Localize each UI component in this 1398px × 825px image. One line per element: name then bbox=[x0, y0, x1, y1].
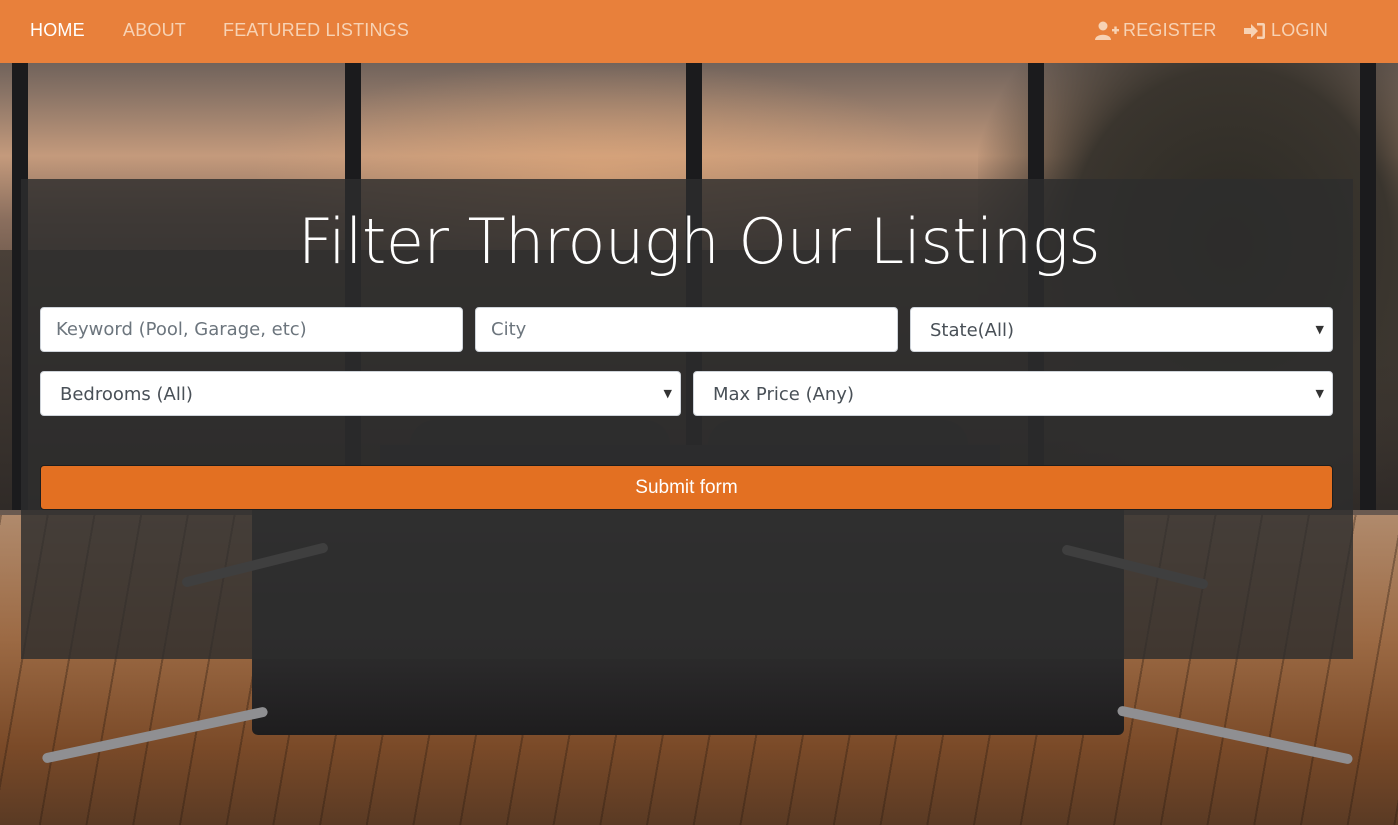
search-title: Filter Through Our Listings bbox=[297, 205, 1101, 278]
sign-in-icon bbox=[1243, 21, 1267, 41]
bedrooms-select-value: Bedrooms (All) bbox=[60, 384, 193, 405]
user-plus-icon bbox=[1095, 21, 1119, 41]
chevron-down-icon: ▼ bbox=[663, 387, 672, 400]
submit-form-button[interactable]: Submit form bbox=[40, 465, 1333, 510]
nav-about-link[interactable]: ABOUT bbox=[123, 20, 186, 41]
state-select[interactable]: State(All) ▼ bbox=[910, 307, 1333, 352]
chevron-down-icon: ▼ bbox=[1315, 323, 1324, 336]
nav-home-link[interactable]: HOME bbox=[30, 20, 85, 41]
login-label: LOGIN bbox=[1271, 20, 1329, 40]
chevron-down-icon: ▼ bbox=[1315, 387, 1324, 400]
state-select-value: State(All) bbox=[930, 320, 1015, 341]
top-navbar: HOME ABOUT FEATURED LISTINGS REGISTER LO… bbox=[0, 0, 1398, 63]
city-input[interactable] bbox=[475, 307, 898, 352]
keyword-input[interactable] bbox=[40, 307, 463, 352]
max-price-select[interactable]: Max Price (Any) ▼ bbox=[693, 371, 1333, 416]
nav-featured-listings-link[interactable]: FEATURED LISTINGS bbox=[223, 20, 409, 41]
register-label: REGISTER bbox=[1123, 20, 1217, 40]
nav-login-link[interactable]: LOGIN bbox=[1243, 20, 1328, 41]
bedrooms-select[interactable]: Bedrooms (All) ▼ bbox=[40, 371, 681, 416]
max-price-select-value: Max Price (Any) bbox=[713, 384, 854, 405]
nav-register-link[interactable]: REGISTER bbox=[1095, 20, 1217, 41]
